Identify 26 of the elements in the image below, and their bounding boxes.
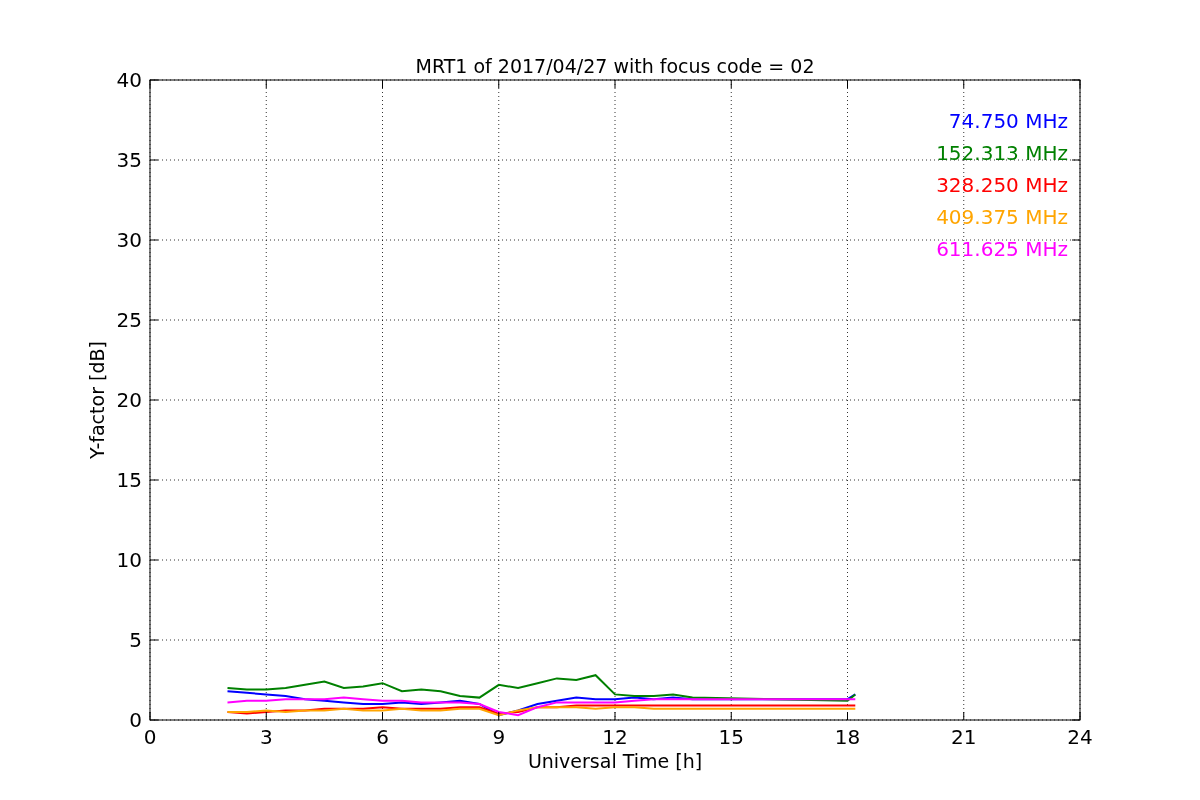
tick-label: 3 xyxy=(259,725,273,749)
legend-label: 611.625 MHz xyxy=(936,237,1068,261)
legend-label: 152.313 MHz xyxy=(936,141,1068,165)
tick-label: 35 xyxy=(116,148,142,172)
tick-label: 12 xyxy=(602,725,628,749)
legend-label: 74.750 MHz xyxy=(948,109,1068,133)
tick-label: 10 xyxy=(116,548,142,572)
tick-label: 5 xyxy=(129,628,142,652)
tick-label: 30 xyxy=(116,228,142,252)
x-axis-label: Universal Time [h] xyxy=(527,750,703,772)
tick-label: 0 xyxy=(129,708,142,732)
tick-label: 15 xyxy=(116,468,142,492)
tick-label: 0 xyxy=(143,725,157,749)
tick-label: 25 xyxy=(116,308,142,332)
tick-label: 24 xyxy=(1067,725,1093,749)
chart-title: MRT1 of 2017/04/27 with focus code = 02 xyxy=(415,55,815,77)
y-axis-label: Y-factor [dB] xyxy=(86,341,108,459)
tick-label: 6 xyxy=(376,725,389,749)
tick-label: 20 xyxy=(116,388,142,412)
legend-label: 409.375 MHz xyxy=(936,205,1068,229)
legend-label: 328.250 MHz xyxy=(936,173,1068,197)
tick-label: 18 xyxy=(834,725,861,749)
tick-label: 15 xyxy=(718,725,744,749)
tick-label: 21 xyxy=(951,725,977,749)
tick-label: 40 xyxy=(116,68,142,92)
tick-label: 9 xyxy=(492,725,506,749)
